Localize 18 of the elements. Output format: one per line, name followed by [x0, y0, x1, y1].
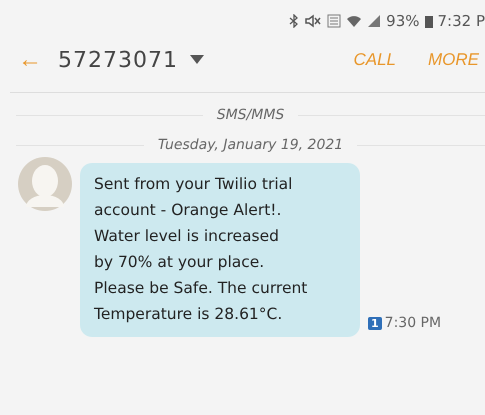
channel-label: SMS/MMS [216, 107, 284, 123]
bluetooth-icon [289, 14, 300, 28]
avatar-icon [18, 157, 72, 211]
message-bubble: Sent from your Twilio trial account - Orange Alert!. Water level is increased by 70% at your place. Please be Safe. The current Temperature is 28.61°C. [80, 163, 360, 337]
status-time: 7:32 P [438, 12, 485, 30]
battery-percent: 93% [386, 12, 420, 30]
back-button[interactable]: ← [18, 46, 42, 74]
date-label: Tuesday, January 19, 2021 [158, 137, 344, 153]
header-action-button[interactable]: MORE [422, 50, 485, 70]
sim-badge: 1 [368, 316, 382, 330]
wifi-icon [346, 14, 362, 28]
dropdown-caret-icon[interactable] [190, 55, 204, 65]
signal-icon [367, 14, 382, 28]
header-action-button[interactable]: CALL [347, 50, 402, 70]
contact-number: 57273071 [58, 48, 178, 72]
mute-icon [304, 14, 322, 28]
battery-icon [424, 14, 432, 28]
message-time: 7:30 PM [384, 315, 442, 331]
